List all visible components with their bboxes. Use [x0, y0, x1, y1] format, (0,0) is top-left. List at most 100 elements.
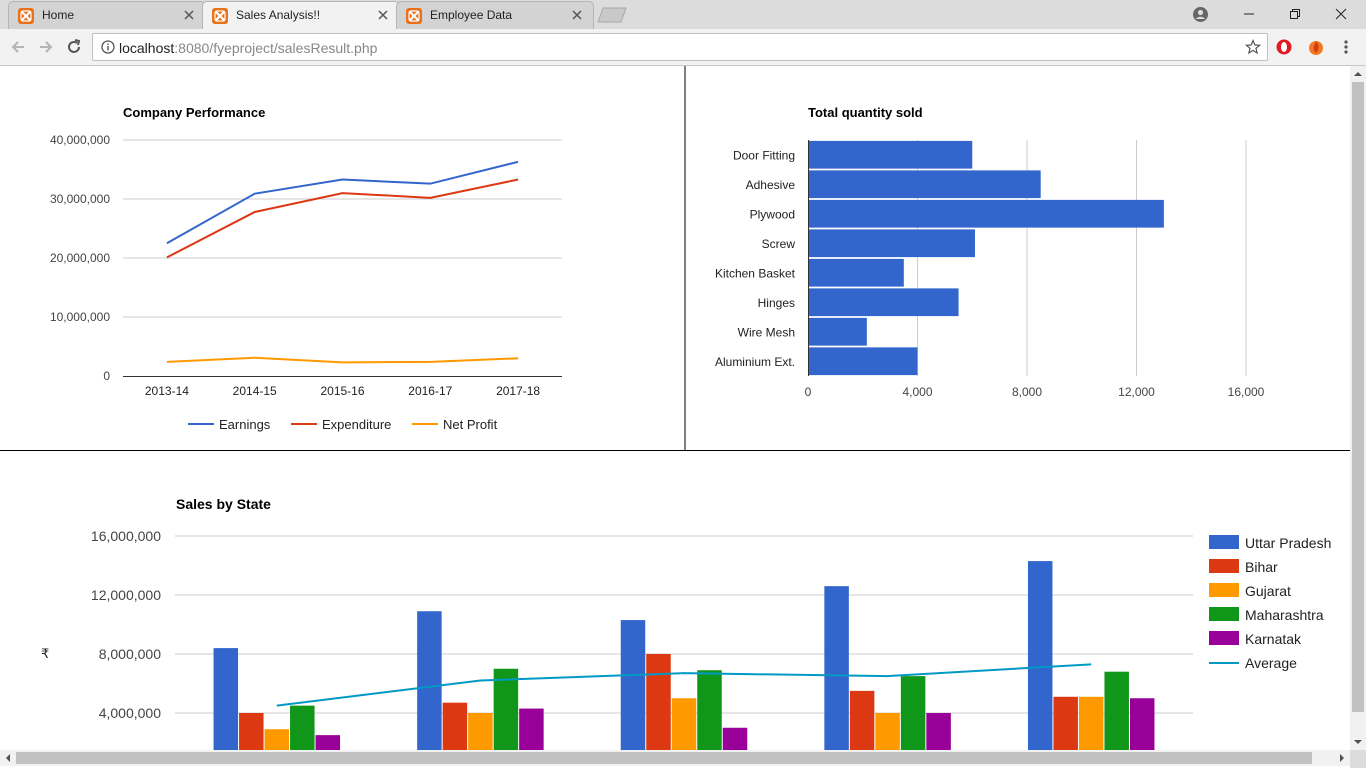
x-tick-label: 12,000 [1118, 385, 1155, 399]
legend-swatch-bihar [1209, 559, 1239, 573]
chart-title: Sales by State [176, 496, 271, 512]
minimize-button[interactable] [1226, 0, 1272, 29]
category-label: Kitchen Basket [715, 266, 796, 280]
company-performance-chart: Company Performance 0 10,000,000 20,000,00… [50, 105, 562, 432]
series-line-net-profit [166, 356, 519, 364]
tab-title: Sales Analysis!! [236, 8, 321, 22]
legend-label-gujarat: Gujarat [1245, 583, 1291, 599]
x-tick-label: 2013-14 [145, 384, 189, 398]
x-tick-label: 0 [805, 385, 812, 399]
bar-maharashtra [290, 705, 315, 750]
url-text[interactable]: localhost:8080/fyeproject/salesResult.ph… [119, 40, 377, 56]
bar-gujarat [468, 713, 493, 750]
legend-label-uttar-pradesh: Uttar Pradesh [1245, 535, 1331, 551]
url-host: localhost [119, 40, 175, 56]
series-line-expenditure [166, 178, 519, 259]
legend-swatch-gujarat [1209, 583, 1239, 597]
y-tick-label: 40,000,000 [50, 133, 110, 147]
bar-bihar [1053, 696, 1078, 750]
bar-uttar-pradesh [620, 620, 646, 750]
charts-canvas: Company Performance 0 10,000,000 20,000,00… [0, 66, 1350, 750]
y-tick-label: 10,000,000 [50, 310, 110, 324]
total-quantity-chart: Total quantity sold 0 4,000 8,000 12,000 16,… [715, 105, 1265, 399]
horizontal-scroll-thumb[interactable] [16, 752, 1312, 764]
bar-gujarat [671, 698, 697, 750]
bar-maharashtra [900, 676, 926, 750]
url-path: :8080/fyeproject/salesResult.php [174, 40, 378, 56]
bar-karnatak [519, 708, 544, 750]
bar-door-fitting [808, 140, 973, 169]
y-axis-label: ₹ [41, 646, 49, 661]
legend-label-net-profit: Net Profit [443, 417, 498, 432]
legend-label-earnings: Earnings [219, 417, 271, 432]
y-tick-label: 0 [103, 369, 110, 383]
bar-bihar [646, 654, 671, 750]
legend-label-average: Average [1245, 655, 1297, 671]
y-tick-label: 16,000,000 [91, 528, 161, 544]
info-icon[interactable] [101, 40, 115, 54]
close-icon[interactable] [375, 7, 391, 23]
bar-karnatak [926, 713, 951, 750]
page-content: Company Performance 0 10,000,000 20,000,00… [0, 66, 1350, 750]
category-label: Wire Mesh [738, 325, 795, 339]
bar-karnatak [722, 727, 748, 750]
bar-uttar-pradesh [213, 648, 239, 750]
category-label: Plywood [750, 207, 795, 221]
scrollbar-corner [1350, 750, 1366, 768]
bar-uttar-pradesh [824, 586, 849, 750]
bar-adhesive [808, 170, 1041, 199]
bar-uttar-pradesh [417, 611, 442, 750]
close-icon[interactable] [569, 7, 585, 23]
legend-swatch-uttar-pradesh [1209, 535, 1239, 549]
tab-strip: Home Sales Analysis!! Employee Data [0, 0, 1366, 29]
bar-karnatak [315, 735, 341, 750]
bookmark-star-icon[interactable] [1245, 39, 1261, 55]
bar-plywood [808, 199, 1164, 228]
x-tick-label: 4,000 [902, 385, 932, 399]
restore-button[interactable] [1272, 0, 1318, 29]
bar-bihar [239, 713, 264, 750]
forward-icon[interactable] [36, 37, 56, 57]
xampp-icon [212, 8, 228, 24]
vertical-scrollbar[interactable] [1350, 66, 1366, 750]
category-label: Adhesive [746, 178, 796, 192]
chart-title: Company Performance [123, 105, 265, 120]
x-tick-label: 2017-18 [496, 384, 540, 398]
y-tick-label: 12,000,000 [91, 587, 161, 603]
bar-gujarat [875, 713, 900, 750]
bar-screw [808, 229, 975, 258]
tab-employee-data[interactable]: Employee Data [396, 1, 594, 29]
menu-dots-icon[interactable] [1340, 38, 1352, 56]
close-icon[interactable] [181, 7, 197, 23]
tab-home[interactable]: Home [8, 1, 206, 29]
new-tab-button[interactable] [596, 7, 628, 23]
tab-title: Employee Data [430, 8, 513, 22]
y-tick-label: 30,000,000 [50, 192, 110, 206]
fire-extension-icon[interactable] [1307, 38, 1325, 56]
reload-icon[interactable] [64, 37, 84, 57]
y-tick-label: 20,000,000 [50, 251, 110, 265]
x-tick-label: 16,000 [1228, 385, 1265, 399]
bar-gujarat [264, 729, 290, 750]
scroll-right-arrow-icon[interactable] [1334, 750, 1350, 766]
tab-sales-analysis[interactable]: Sales Analysis!! [202, 1, 400, 29]
scroll-up-arrow-icon[interactable] [1350, 66, 1366, 82]
xampp-icon [406, 8, 422, 24]
bar-kitchen-basket [808, 258, 904, 287]
profile-icon[interactable] [1192, 6, 1209, 23]
scroll-left-arrow-icon[interactable] [0, 750, 16, 766]
bar-karnatak [1129, 698, 1155, 750]
opera-extension-icon[interactable] [1275, 38, 1293, 56]
x-tick-label: 2015-16 [320, 384, 364, 398]
tab-title: Home [42, 8, 75, 22]
x-tick-label: 2014-15 [233, 384, 277, 398]
address-bar[interactable]: localhost:8080/fyeproject/salesResult.ph… [92, 33, 1268, 61]
horizontal-scrollbar[interactable] [0, 750, 1350, 766]
xampp-icon [18, 8, 34, 24]
category-label: Hinges [758, 296, 795, 310]
vertical-scroll-thumb[interactable] [1352, 82, 1364, 712]
scroll-down-arrow-icon[interactable] [1350, 734, 1366, 750]
back-icon[interactable] [8, 37, 28, 57]
bar-maharashtra [1104, 671, 1129, 750]
close-window-button[interactable] [1318, 0, 1364, 29]
